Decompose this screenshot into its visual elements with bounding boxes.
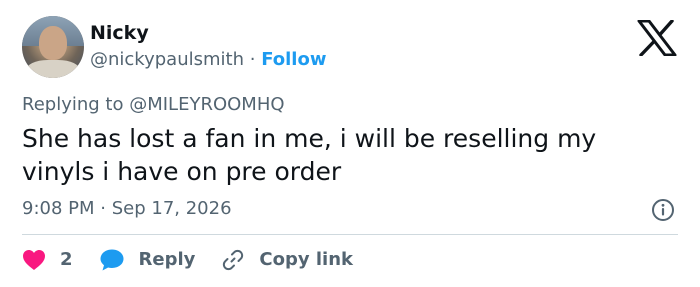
like-count: 2	[60, 249, 73, 270]
author-name[interactable]: Nicky	[90, 21, 149, 45]
tweet-text: She has lost a fan in me, i will be rese…	[22, 124, 597, 186]
link-icon	[223, 249, 244, 271]
speech-bubble-icon	[100, 249, 124, 271]
follow-button[interactable]: Follow	[261, 49, 326, 70]
avatar[interactable]	[22, 16, 84, 78]
timestamp[interactable]: 9:08 PM · Sep 17, 2026	[22, 197, 232, 221]
replying-to: Replying to @MILEYROOMHQ	[22, 93, 285, 117]
avatar-shirt	[26, 60, 80, 78]
heart-icon	[23, 250, 45, 270]
author-handle-line: @nickypaulsmith · Follow	[90, 48, 326, 72]
tweet-date: Sep 17, 2026	[111, 198, 232, 219]
divider	[22, 234, 678, 235]
copy-link-button[interactable]: Copy link	[221, 248, 353, 272]
separator-dot: ·	[249, 49, 256, 70]
author-handle[interactable]: @nickypaulsmith	[90, 49, 244, 70]
reply-label: Reply	[138, 249, 196, 270]
avatar-face	[39, 26, 67, 60]
replying-to-handle[interactable]: @MILEYROOMHQ	[129, 94, 284, 115]
action-bar: 2 Reply Copy link	[22, 246, 379, 274]
reply-button[interactable]: Reply	[99, 248, 196, 272]
timestamp-separator: ·	[100, 198, 106, 219]
replying-prefix: Replying to	[22, 94, 124, 115]
tweet-card: Nicky @nickypaulsmith · Follow Replying …	[0, 0, 700, 287]
x-logo-icon[interactable]	[637, 20, 677, 56]
copy-link-label: Copy link	[259, 249, 353, 270]
like-button[interactable]: 2	[22, 248, 73, 272]
tweet-time: 9:08 PM	[22, 198, 95, 219]
info-icon[interactable]	[651, 198, 675, 222]
